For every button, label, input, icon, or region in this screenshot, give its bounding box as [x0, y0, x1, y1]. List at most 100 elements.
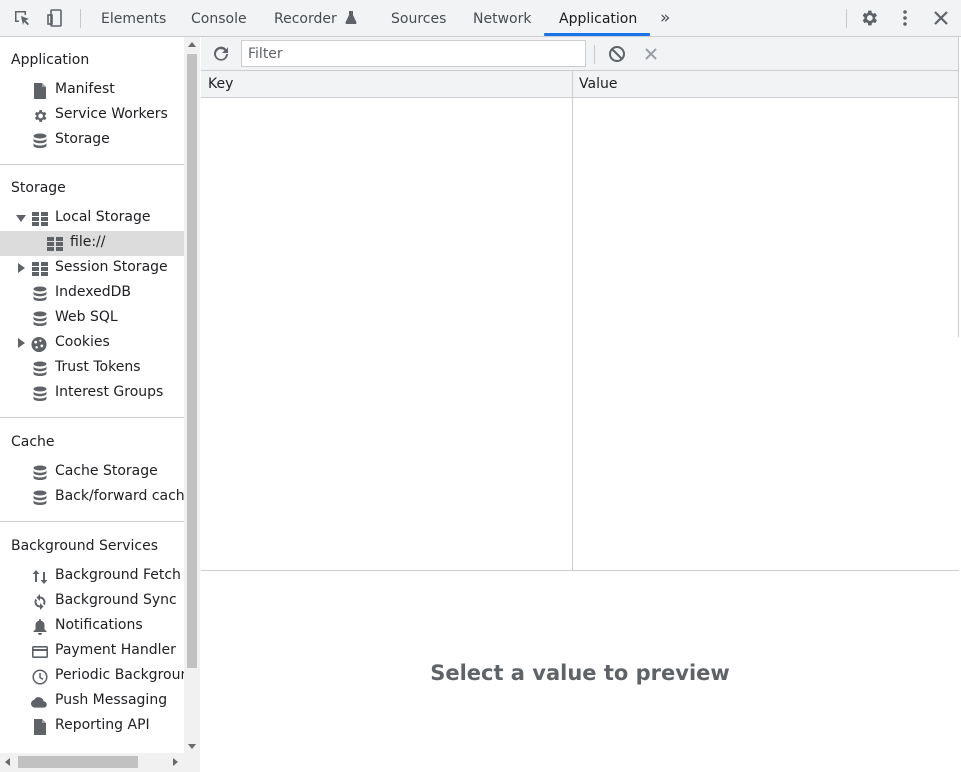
expand-arrow-icon[interactable] [16, 215, 26, 222]
sidebar-item-label: Local Storage [55, 209, 151, 225]
sidebar-vertical-scrollbar[interactable] [184, 37, 200, 753]
database-icon [32, 490, 48, 506]
sidebar-item-label: Push Messaging [55, 692, 168, 708]
more-tabs-button[interactable]: » [660, 0, 670, 36]
inspect-element-icon[interactable] [12, 8, 32, 28]
storage-table-header: Key Value [201, 71, 959, 98]
sidebar-item-label: Reporting API [55, 717, 150, 733]
bell-icon [32, 619, 48, 635]
kebab-menu-icon[interactable] [895, 8, 915, 28]
sync-icon [32, 594, 48, 610]
column-divider[interactable] [572, 71, 573, 571]
application-sidebar: Application Manifest Service Workers Sto… [0, 37, 200, 772]
sidebar-item-label: Cookies [55, 334, 110, 350]
sidebar-item-reporting-api[interactable]: Reporting API [0, 714, 184, 739]
storage-table-body[interactable] [201, 98, 959, 571]
tab-network[interactable]: Network [473, 0, 531, 36]
sidebar-item-label: Background Fetch [55, 567, 181, 583]
table-icon [47, 236, 63, 252]
value-preview-pane: Select a value to preview [201, 572, 959, 772]
tab-recorder-label: Recorder [274, 11, 337, 27]
file-icon [32, 83, 48, 99]
table-icon [32, 261, 48, 277]
devtools-toolbar: Elements Console Recorder Sources Networ… [0, 0, 961, 37]
sidebar-item-storage[interactable]: Storage [0, 128, 184, 153]
toolbar-divider [594, 45, 595, 64]
filter-input[interactable] [241, 40, 586, 67]
scroll-up-arrow-icon[interactable] [188, 42, 196, 47]
sidebar-item-label: file:// [70, 234, 106, 250]
toolbar-divider [846, 9, 847, 28]
database-icon [32, 465, 48, 481]
arrows-updown-icon [32, 569, 48, 585]
sidebar-item-label: Session Storage [55, 259, 168, 275]
sidebar-item-payment-handler[interactable]: Payment Handler [0, 639, 184, 664]
scroll-down-arrow-icon[interactable] [188, 744, 196, 749]
sidebar-item-label: Web SQL [55, 309, 118, 325]
sidebar-item-label: Interest Groups [55, 384, 164, 400]
sidebar-item-label: IndexedDB [55, 284, 131, 300]
sidebar-item-indexeddb[interactable]: IndexedDB [0, 281, 184, 306]
database-icon [32, 311, 48, 327]
sidebar-item-label: Trust Tokens [55, 359, 141, 375]
sidebar-item-label: Storage [55, 131, 110, 147]
sidebar-item-web-sql[interactable]: Web SQL [0, 306, 184, 331]
database-icon [32, 386, 48, 402]
sidebar-item-background-fetch[interactable]: Background Fetch [0, 564, 184, 589]
section-title-background-services: Background Services [11, 538, 159, 554]
cookie-icon [31, 336, 47, 352]
sidebar-item-session-storage[interactable]: Session Storage [0, 256, 184, 281]
section-title-storage: Storage [11, 180, 66, 196]
sidebar-item-background-sync[interactable]: Background Sync [0, 589, 184, 614]
tab-elements[interactable]: Elements [101, 0, 166, 36]
device-toolbar-icon[interactable] [45, 8, 65, 28]
section-title-application: Application [11, 52, 90, 68]
sidebar-item-cache-storage[interactable]: Cache Storage [0, 460, 184, 485]
scrollbar-thumb[interactable] [187, 54, 197, 668]
tab-application[interactable]: Application [559, 0, 637, 36]
expand-arrow-icon[interactable] [18, 263, 25, 273]
sidebar-item-periodic-background-sync[interactable]: Periodic Background Sync [0, 664, 199, 689]
database-icon [32, 133, 48, 149]
preview-placeholder-text: Select a value to preview [430, 661, 730, 685]
expand-arrow-icon[interactable] [18, 338, 25, 348]
sidebar-item-service-workers[interactable]: Service Workers [0, 103, 184, 128]
delete-selected-icon[interactable] [641, 44, 661, 64]
tab-sources[interactable]: Sources [391, 0, 446, 36]
sidebar-item-label: Background Sync [55, 592, 177, 608]
sidebar-item-notifications[interactable]: Notifications [0, 614, 184, 639]
sidebar-item-local-storage-file[interactable]: file:// [0, 231, 184, 256]
sidebar-item-label: Notifications [55, 617, 143, 633]
table-icon [32, 211, 48, 227]
sidebar-item-manifest[interactable]: Manifest [0, 78, 184, 103]
tab-console[interactable]: Console [191, 0, 247, 36]
storage-filter-toolbar [201, 37, 961, 71]
cloud-icon [31, 694, 47, 710]
refresh-icon[interactable] [211, 44, 231, 64]
sidebar-item-local-storage[interactable]: Local Storage [0, 206, 184, 231]
sidebar-item-push-messaging[interactable]: Push Messaging [0, 689, 184, 714]
scroll-right-arrow-icon[interactable] [173, 758, 178, 766]
scrollbar-thumb[interactable] [18, 756, 138, 768]
section-divider [0, 164, 184, 165]
sidebar-item-interest-groups[interactable]: Interest Groups [0, 381, 184, 406]
sidebar-item-label: Back/forward cache [55, 488, 194, 504]
column-header-value[interactable]: Value [579, 76, 617, 92]
active-tab-indicator [544, 33, 650, 36]
database-icon [32, 286, 48, 302]
close-devtools-icon[interactable] [931, 8, 951, 28]
section-title-cache: Cache [11, 434, 55, 450]
column-header-key[interactable]: Key [208, 76, 233, 92]
file-icon [32, 719, 48, 735]
sidebar-item-cookies[interactable]: Cookies [0, 331, 184, 356]
sidebar-item-trust-tokens[interactable]: Trust Tokens [0, 356, 184, 381]
tab-recorder[interactable]: Recorder [274, 0, 357, 36]
sidebar-item-label: Periodic Background Sync [55, 667, 199, 683]
sidebar-item-label: Service Workers [55, 106, 168, 122]
settings-gear-icon[interactable] [859, 8, 879, 28]
sidebar-item-back-forward-cache[interactable]: Back/forward cache [0, 485, 193, 510]
scroll-left-arrow-icon[interactable] [5, 758, 10, 766]
clear-all-block-icon[interactable] [607, 44, 627, 64]
database-icon [32, 361, 48, 377]
sidebar-horizontal-scrollbar[interactable] [0, 753, 200, 772]
